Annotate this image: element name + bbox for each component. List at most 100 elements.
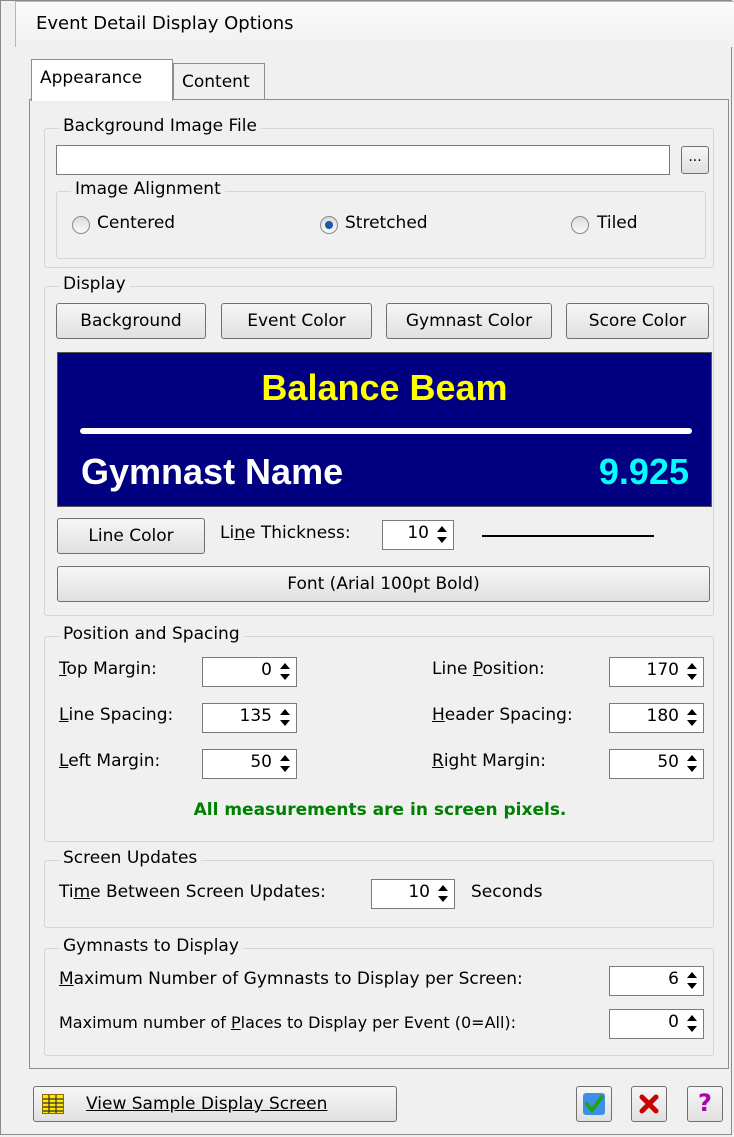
- spin-down-icon: [280, 674, 290, 680]
- help-button[interactable]: ?: [687, 1086, 723, 1122]
- screen-updates-legend: Screen Updates: [59, 848, 202, 868]
- spin-up-icon: [687, 972, 697, 978]
- top-margin-value: 0: [261, 660, 272, 680]
- spin-up-icon: [280, 709, 290, 715]
- dialog-window: Event Detail Display Options Appearance …: [0, 0, 734, 1135]
- radio-stretched-label: Stretched: [345, 213, 428, 233]
- tab-content[interactable]: Content: [173, 63, 265, 99]
- update-interval-stepper[interactable]: 10: [371, 879, 455, 909]
- line-spacing-label: Line Spacing:: [59, 705, 174, 725]
- line-thickness-label: Line Thickness:: [220, 523, 351, 543]
- position-spacing-legend: Position and Spacing: [59, 624, 244, 644]
- radio-centered[interactable]: [72, 216, 90, 234]
- tab-content-label: Content: [182, 72, 250, 92]
- spin-down-icon: [687, 1026, 697, 1032]
- line-position-stepper[interactable]: 170: [609, 657, 704, 687]
- header-spacing-label: Header Spacing:: [432, 705, 573, 725]
- question-mark-icon: ?: [698, 1089, 712, 1117]
- gymnasts-display-group: Gymnasts to Display Maximum Number of Gy…: [44, 936, 714, 1056]
- window-title: Event Detail Display Options: [36, 13, 294, 34]
- spin-up-icon: [280, 663, 290, 669]
- max-places-label: Maximum number of Places to Display per …: [59, 1013, 517, 1032]
- line-color-button[interactable]: Line Color: [57, 518, 205, 554]
- screen-updates-group: Screen Updates Time Between Screen Updat…: [44, 848, 714, 928]
- line-thickness-stepper[interactable]: 10: [382, 520, 454, 550]
- title-bar: Event Detail Display Options: [15, 1, 734, 47]
- preview-gymnast-name: Gymnast Name: [81, 451, 344, 492]
- left-margin-stepper[interactable]: 50: [202, 749, 297, 779]
- max-places-stepper[interactable]: 0: [609, 1009, 704, 1039]
- header-spacing-stepper[interactable]: 180: [609, 703, 704, 733]
- spin-down-icon: [687, 720, 697, 726]
- line-thickness-arrows[interactable]: [433, 522, 451, 548]
- spin-down-icon: [687, 674, 697, 680]
- line-position-arrows[interactable]: [683, 659, 701, 685]
- spin-up-icon: [280, 755, 290, 761]
- right-margin-arrows[interactable]: [683, 751, 701, 777]
- line-position-label: Line Position:: [432, 659, 545, 679]
- ok-button[interactable]: [576, 1086, 612, 1122]
- spin-down-icon: [280, 720, 290, 726]
- spin-down-icon: [280, 766, 290, 772]
- radio-tiled[interactable]: [571, 216, 589, 234]
- font-button[interactable]: Font (Arial 100pt Bold): [57, 566, 710, 602]
- header-spacing-arrows[interactable]: [683, 705, 701, 731]
- spin-down-icon: [437, 537, 447, 543]
- tab-appearance-label: Appearance: [40, 68, 143, 88]
- update-interval-label: Time Between Screen Updates:: [59, 882, 326, 902]
- green-checkmark-icon: [583, 1093, 605, 1115]
- top-margin-stepper[interactable]: 0: [202, 657, 297, 687]
- image-alignment-group: Image Alignment Centered Stretched Tiled: [56, 179, 706, 259]
- spin-up-icon: [437, 526, 447, 532]
- preview-score: 9.925: [598, 451, 689, 492]
- spin-down-icon: [687, 983, 697, 989]
- display-legend: Display: [59, 274, 130, 294]
- spin-down-icon: [438, 896, 448, 902]
- image-alignment-legend: Image Alignment: [71, 179, 225, 199]
- radio-stretched[interactable]: [320, 216, 338, 234]
- view-sample-label: View Sample Display Screen: [86, 1094, 328, 1114]
- background-image-file-input[interactable]: [56, 145, 670, 175]
- line-thickness-sample: [482, 535, 654, 537]
- max-gymnasts-value: 6: [668, 969, 679, 989]
- position-spacing-group: Position and Spacing Top Margin: 0 Line …: [44, 624, 714, 842]
- line-thickness-value: 10: [407, 523, 429, 543]
- gymnast-color-button[interactable]: Gymnast Color: [386, 303, 552, 339]
- measurements-note: All measurements are in screen pixels.: [193, 800, 567, 820]
- background-image-group: Background Image File ... Image Alignmen…: [44, 116, 714, 268]
- max-gymnasts-stepper[interactable]: 6: [609, 966, 704, 996]
- update-interval-unit: Seconds: [471, 882, 543, 902]
- line-spacing-stepper[interactable]: 135: [202, 703, 297, 733]
- score-color-button[interactable]: Score Color: [566, 303, 709, 339]
- browse-button[interactable]: ...: [681, 146, 709, 174]
- spin-up-icon: [687, 1015, 697, 1021]
- red-x-icon: [639, 1094, 659, 1114]
- background-color-button[interactable]: Background: [56, 303, 206, 339]
- display-preview: Balance Beam Gymnast Name 9.925: [57, 352, 712, 507]
- right-margin-stepper[interactable]: 50: [609, 749, 704, 779]
- grid-icon: [42, 1094, 64, 1114]
- update-interval-arrows[interactable]: [434, 881, 452, 907]
- event-color-button[interactable]: Event Color: [221, 303, 372, 339]
- max-places-arrows[interactable]: [683, 1011, 701, 1037]
- max-gymnasts-arrows[interactable]: [683, 968, 701, 994]
- radio-tiled-label: Tiled: [597, 213, 638, 233]
- preview-event-name: Balance Beam: [261, 367, 508, 408]
- preview-line: [80, 428, 692, 434]
- header-spacing-value: 180: [646, 706, 679, 726]
- right-margin-label: Right Margin:: [432, 751, 546, 771]
- max-gymnasts-label: Maximum Number of Gymnasts to Display pe…: [59, 969, 523, 989]
- gymnasts-display-legend: Gymnasts to Display: [59, 936, 243, 956]
- cancel-button[interactable]: [631, 1086, 667, 1122]
- top-margin-arrows[interactable]: [276, 659, 294, 685]
- update-interval-value: 10: [408, 882, 430, 902]
- view-sample-button[interactable]: View Sample Display Screen: [33, 1086, 397, 1122]
- radio-centered-label: Centered: [97, 213, 176, 233]
- spin-up-icon: [687, 755, 697, 761]
- tab-appearance[interactable]: Appearance: [31, 59, 173, 101]
- max-places-value: 0: [668, 1012, 679, 1032]
- left-margin-arrows[interactable]: [276, 751, 294, 777]
- tab-panel-appearance: Background Image File ... Image Alignmen…: [29, 99, 729, 1069]
- right-margin-value: 50: [657, 752, 679, 772]
- line-spacing-arrows[interactable]: [276, 705, 294, 731]
